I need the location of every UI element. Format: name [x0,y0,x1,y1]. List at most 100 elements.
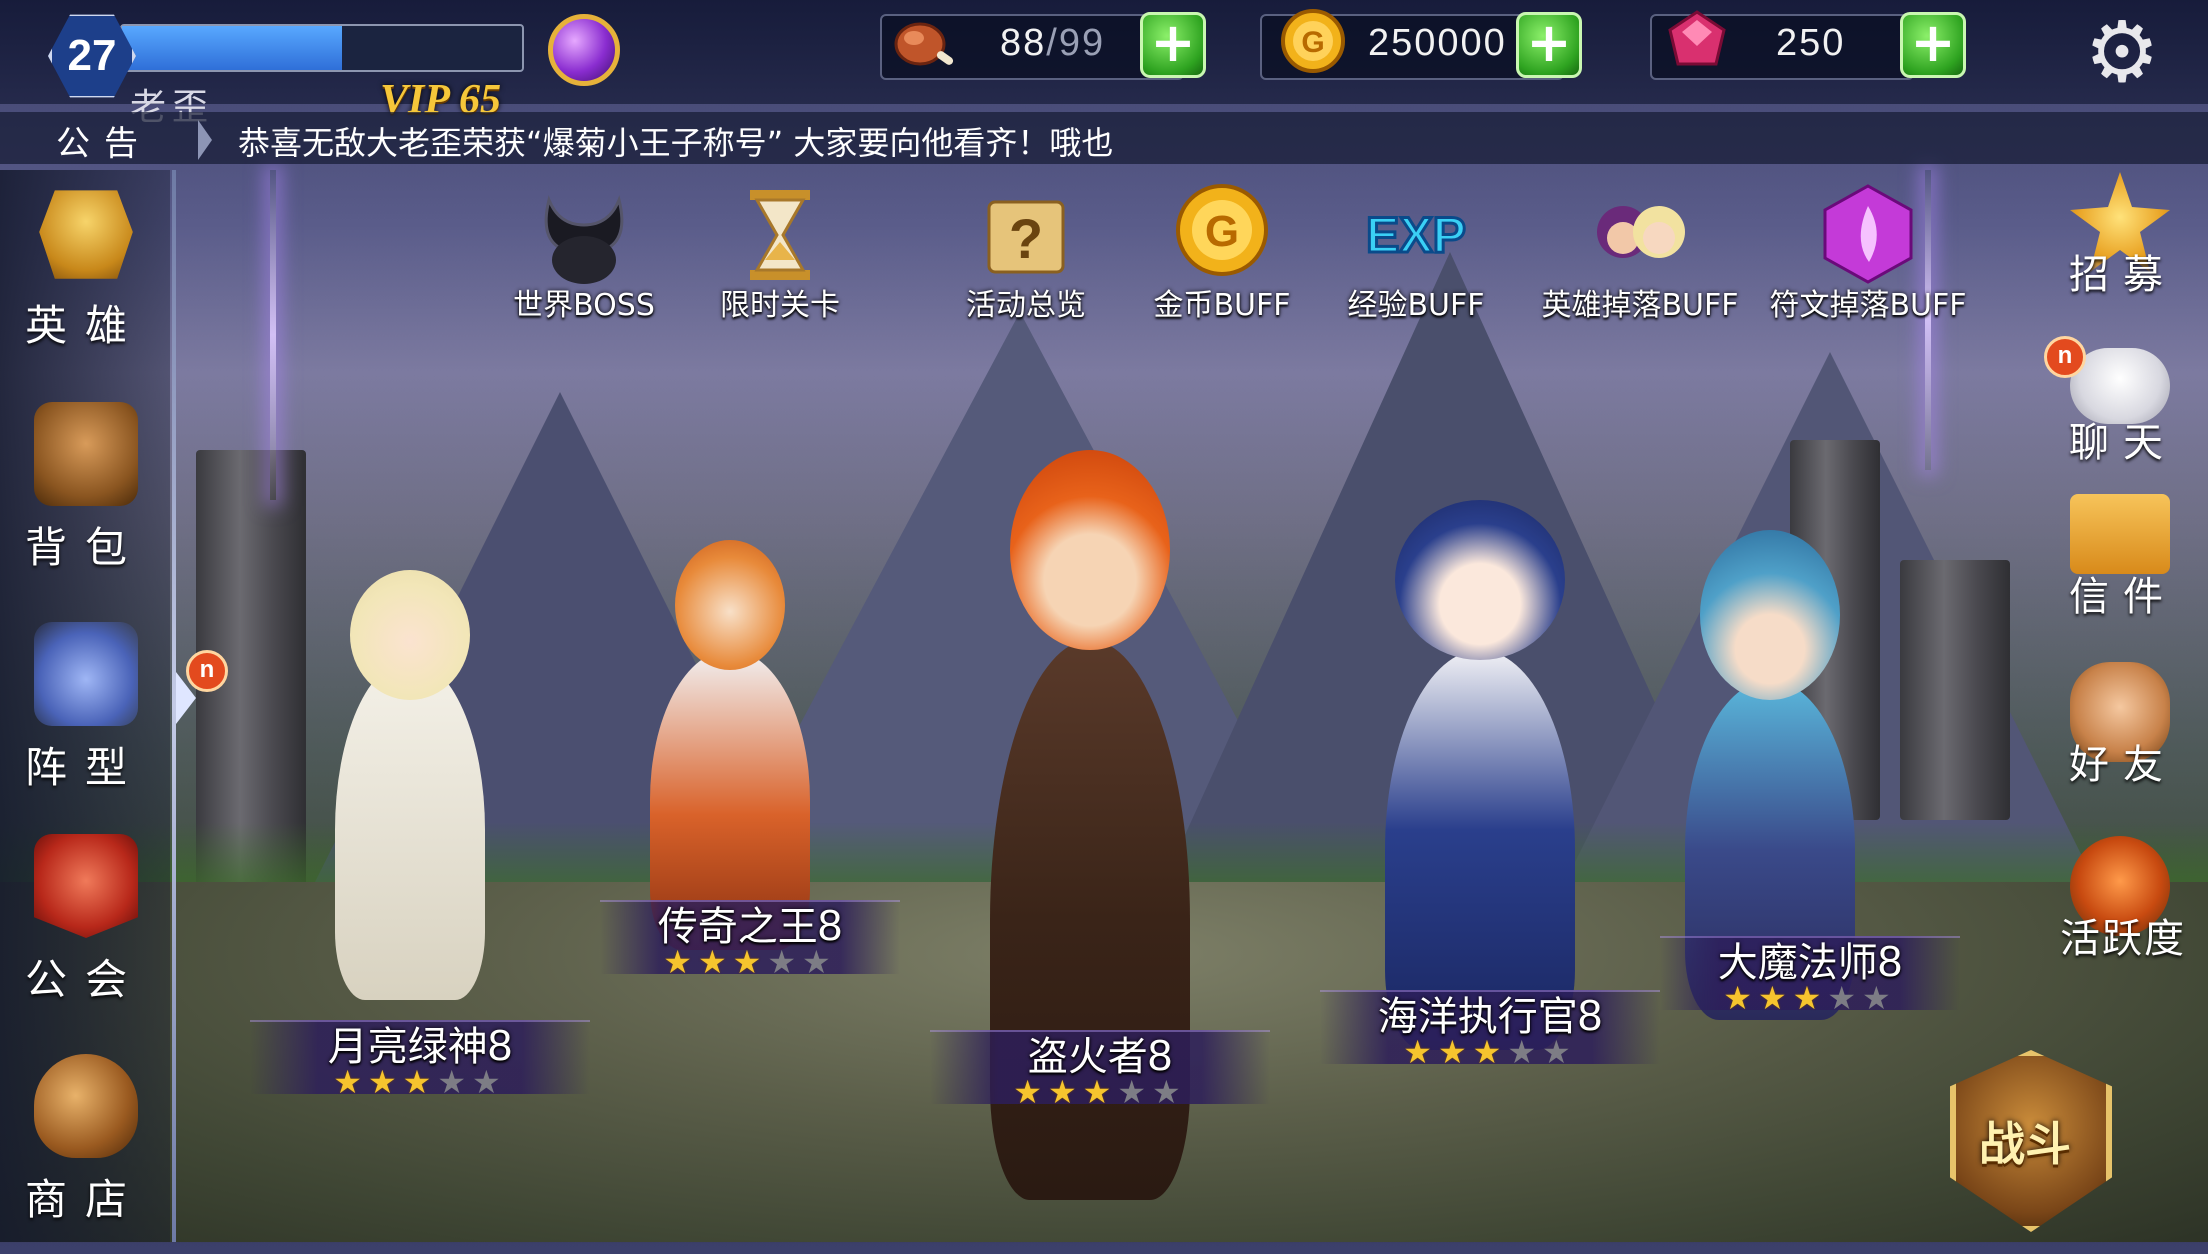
star-empty-icon: ★ [437,1063,473,1101]
envelope-icon [2070,494,2170,574]
money-bag-icon [34,1054,138,1158]
nav-heroes-label: 英雄 [24,301,145,350]
nav-recruit-label: 招募 [2069,252,2177,298]
scroll-question-icon: ? [987,200,1065,274]
star-filled-icon: ★ [402,1063,438,1101]
nav-friends-label: 好友 [2069,742,2177,788]
svg-text:G: G [1205,207,1239,256]
announcement-label: 公告 [56,124,152,164]
hero-stars: ★★★★★ [1660,982,1960,1014]
event-world-boss[interactable]: 世界BOSS [484,180,684,330]
settings-gear-icon[interactable]: ⚙ [2080,10,2164,94]
nav-heroes[interactable]: 英雄 [0,180,170,380]
backpack-icon [34,402,138,506]
star-empty-icon: ★ [1862,979,1897,1017]
nav-mail-label: 信件 [2069,574,2177,620]
chat-notification-badge: n [2044,336,2086,378]
gold-value: 250000 [1368,22,1507,64]
star-filled-icon: ★ [1013,1073,1048,1111]
star-filled-icon: ★ [1403,1033,1438,1071]
hero-plate-4: 海洋执行官8 ★★★★★ [1320,990,1660,1068]
gem-icon [1668,10,1726,66]
star-empty-icon: ★ [1542,1033,1577,1071]
star-empty-icon: ★ [1507,1033,1543,1071]
event-rune-drop-buff[interactable]: 符文掉落BUFF [1768,180,1968,330]
horned-helmet-icon [544,195,624,284]
nav-guild-label: 公会 [24,955,145,1004]
star-empty-icon: ★ [802,943,837,981]
hero-stars: ★★★★★ [600,946,900,978]
battle-button-label: 战斗 [1979,1117,2071,1171]
hero-portraits-icon [1597,206,1685,258]
gold-coin-icon: G [1176,184,1268,276]
event-exp-buff-label: 经验BUFF [1347,288,1485,323]
event-exp-buff[interactable]: EXP 经验BUFF [1316,180,1516,330]
star-empty-icon: ★ [1827,979,1863,1017]
exp-bar-fill [122,26,342,70]
hero-stars: ★★★★★ [1320,1036,1660,1068]
purple-orb-icon[interactable] [548,14,620,86]
left-sidebar: 英雄 背包 阵型 公会 商店 [0,170,170,1242]
star-filled-icon: ★ [1757,979,1793,1017]
hero-plate-3: 盗火者8 ★★★★★ [930,1030,1270,1108]
star-empty-icon: ★ [1117,1073,1153,1111]
nav-friends[interactable]: 好友 [2048,662,2198,842]
meat-icon [894,22,954,66]
guild-banner-icon [34,834,138,938]
event-limited-stage-label: 限时关卡 [720,288,840,323]
nav-activity-label: 活跃度 [2060,916,2186,962]
player-level: 27 [67,31,117,80]
event-gold-buff[interactable]: G 金币BUFF [1122,180,1322,330]
star-filled-icon: ★ [367,1063,403,1101]
nav-formation[interactable]: 阵型 [0,622,170,822]
star-filled-icon: ★ [1437,1033,1473,1071]
hero-stars: ★★★★★ [930,1076,1270,1108]
event-rune-drop-buff-label: 符文掉落BUFF [1769,288,1967,323]
event-hero-drop-buff[interactable]: 英雄掉落BUFF [1540,180,1740,330]
nav-recruit[interactable]: 招募 [2048,172,2198,352]
event-overview[interactable]: ? 活动总览 [926,180,1126,330]
nav-activity[interactable]: 活跃度 [2048,836,2198,1016]
svg-text:G: G [1301,26,1324,59]
event-limited-stage[interactable]: 限时关卡 [680,180,880,330]
hero-stars: ★★★★★ [250,1066,590,1098]
star-filled-icon: ★ [1047,1073,1083,1111]
add-stamina-button[interactable]: + [1140,12,1206,78]
sidebar-expand-arrow-icon[interactable] [176,672,196,724]
star-empty-icon: ★ [1152,1073,1187,1111]
formation-icon [34,622,138,726]
announcement-bar: 公告 恭喜无敌大老歪荣获“爆菊小王子称号” 大家要向他看齐！哦也 [0,112,2208,164]
star-filled-icon: ★ [1082,1073,1118,1111]
nav-guild[interactable]: 公会 [0,834,170,1034]
star-empty-icon: ★ [767,943,803,981]
star-filled-icon: ★ [1723,979,1758,1017]
stamina-value: 88/99 [1000,22,1106,64]
nav-chat-label: 聊天 [2069,420,2177,466]
gem-value: 250 [1776,22,1846,64]
nav-mail[interactable]: 信件 [2048,494,2198,674]
helmet-icon [39,190,133,279]
nav-shop[interactable]: 商店 [0,1054,170,1254]
svg-text:EXP: EXP [1366,207,1466,263]
star-filled-icon: ★ [1472,1033,1508,1071]
star-filled-icon: ★ [333,1063,368,1101]
star-filled-icon: ★ [732,943,768,981]
hourglass-icon [750,190,810,280]
gold-coin-icon: G [1281,9,1345,73]
svg-text:?: ? [1009,207,1043,270]
star-filled-icon: ★ [697,943,733,981]
top-bar: 27 老歪 VIP 65 88/99 + 250000 G + 250 + ⚙ [0,0,2208,128]
star-empty-icon: ★ [472,1063,507,1101]
add-gem-button[interactable]: + [1900,12,1966,78]
nav-backpack[interactable]: 背包 [0,402,170,602]
add-gold-button[interactable]: + [1516,12,1582,78]
hero-plate-1: 月亮绿神8 ★★★★★ [250,1020,590,1098]
event-hero-drop-buff-label: 英雄掉落BUFF [1541,288,1739,323]
hero-moon-green-god[interactable] [230,510,590,1090]
chevron-right-icon [198,120,212,160]
hero-plate-2: 传奇之王8 ★★★★★ [600,900,900,978]
exp-icon: EXP [1364,206,1467,265]
hero-plate-5: 大魔法师8 ★★★★★ [1660,936,1960,1014]
battle-button[interactable]: 战斗 [1900,1030,2150,1240]
rune-gem-icon [1823,184,1913,284]
